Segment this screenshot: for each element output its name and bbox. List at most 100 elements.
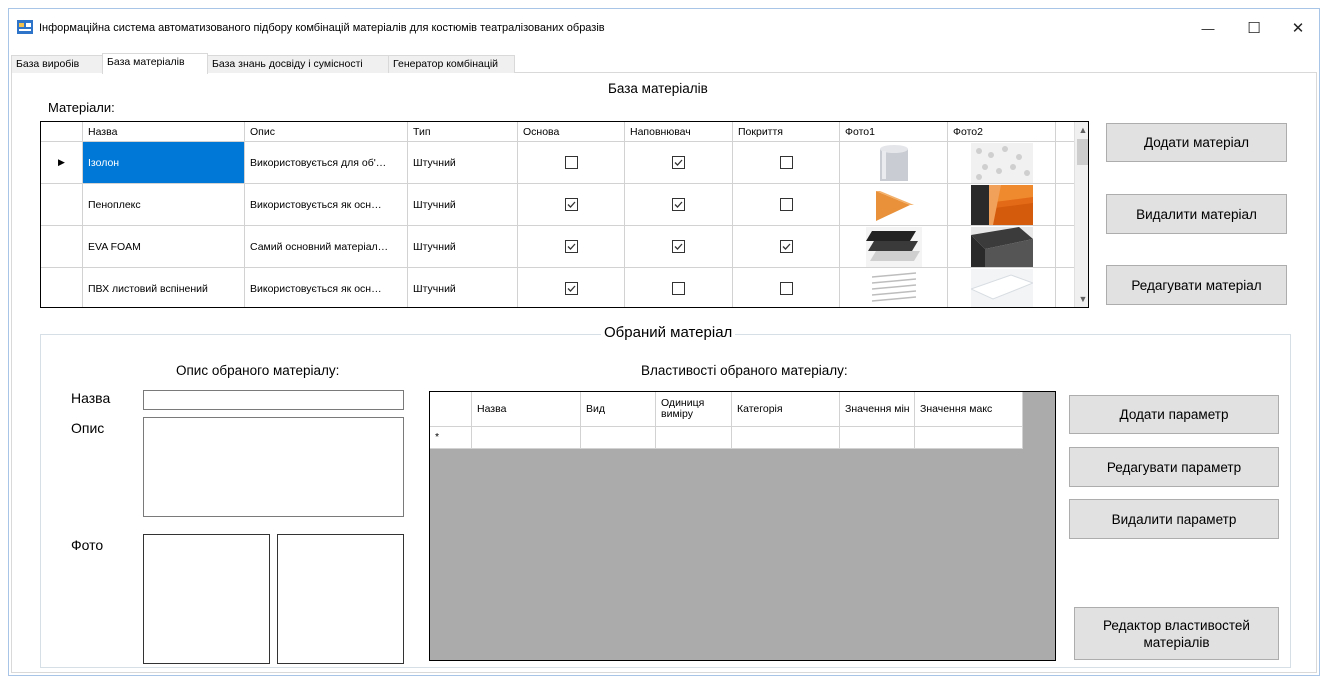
photo2-cell[interactable] [948, 268, 1056, 307]
col-header-param-name[interactable]: Назва [472, 392, 581, 426]
row-selector[interactable] [41, 184, 83, 225]
napovniuvach-checkbox[interactable] [672, 198, 685, 211]
photo1-cell[interactable] [840, 142, 948, 183]
napovniuvach-checkbox[interactable] [672, 282, 685, 295]
napovniuvach-checkbox[interactable] [672, 240, 685, 253]
material-row[interactable]: Пеноплекс Використовується як осн… Штучн… [41, 184, 1074, 226]
materials-label: Матеріали: [48, 100, 115, 115]
material-description-cell[interactable]: Використовується як осн… [245, 268, 408, 307]
col-header-pokryttia[interactable]: Покриття [733, 122, 840, 141]
edit-parameter-button[interactable]: Редагувати параметр [1069, 447, 1279, 487]
selected-material-group: Обраний матеріал Опис обраного матеріалу… [40, 324, 1291, 668]
tab-materials[interactable]: База матеріалів [102, 53, 208, 74]
material-name-cell[interactable]: EVA FOAM [83, 226, 245, 267]
photo2-cell[interactable] [948, 184, 1056, 225]
pokryttia-checkbox[interactable] [779, 198, 793, 211]
row-header-corner [41, 122, 83, 141]
osnova-checkbox[interactable] [564, 240, 578, 253]
osnova-checkbox[interactable] [564, 282, 578, 295]
name-field[interactable] [143, 390, 404, 410]
col-header-description[interactable]: Опис [245, 122, 408, 141]
scroll-thumb[interactable] [1077, 139, 1088, 165]
row-selector-indicator: ▶ [41, 142, 83, 183]
material-name-cell[interactable]: Ізолон [83, 142, 245, 183]
material-description-cell[interactable]: Самий основний матеріал… [245, 226, 408, 267]
material-type-cell[interactable]: Штучний [408, 142, 518, 183]
material-row[interactable]: ▶ Ізолон Використовується для об'… Штучн… [41, 142, 1074, 184]
material-name-cell[interactable]: Пеноплекс [83, 184, 245, 225]
delete-parameter-button[interactable]: Видалити параметр [1069, 499, 1279, 539]
row-selector[interactable] [41, 226, 83, 267]
material-row[interactable]: EVA FOAM Самий основний матеріал… Штучни… [41, 226, 1074, 268]
tab-knowledge-base[interactable]: База знань досвіду і сумісності [207, 55, 389, 73]
col-header-param-category[interactable]: Категорія [732, 392, 840, 426]
col-header-param-kind[interactable]: Вид [581, 392, 656, 426]
material-name-cell[interactable]: ПВХ листовий вспінений [83, 268, 245, 307]
col-header-napovniuvach[interactable]: Наповнювач [625, 122, 733, 141]
tab-strip: База виробів База матеріалів База знань … [11, 53, 1317, 74]
material-description-cell[interactable]: Використовується для об'… [245, 142, 408, 183]
materials-grid-scrollbar[interactable]: ▲ ▼ [1074, 122, 1088, 307]
material-type-cell[interactable]: Штучний [408, 226, 518, 267]
pokryttia-checkbox[interactable] [779, 156, 793, 169]
col-header-osnova[interactable]: Основа [518, 122, 625, 141]
edit-material-button[interactable]: Редагувати матеріал [1106, 265, 1287, 305]
orange-stack-photo [970, 184, 1033, 225]
material-type-cell[interactable]: Штучний [408, 184, 518, 225]
photo2-cell[interactable] [948, 142, 1056, 183]
properties-grid[interactable]: Назва Вид Одиниця виміру Категорія Значе… [429, 391, 1056, 661]
add-parameter-button[interactable]: Додати параметр [1069, 395, 1279, 434]
maximize-button[interactable]: ☐ [1231, 15, 1277, 41]
tab-products[interactable]: База виробів [11, 55, 103, 73]
photo1-cell[interactable] [840, 184, 948, 225]
photo1-box[interactable] [143, 534, 270, 664]
osnova-cell [518, 184, 625, 225]
properties-editor-button[interactable]: Редактор властивостей матеріалів [1074, 607, 1279, 660]
new-param-min-cell[interactable] [840, 427, 915, 448]
properties-grid-header: Назва Вид Одиниця виміру Категорія Значе… [430, 392, 1023, 427]
photo2-box[interactable] [277, 534, 404, 664]
photo1-cell[interactable] [840, 226, 948, 267]
title-bar[interactable]: Інформаційна система автоматизованого пі… [9, 9, 1319, 46]
col-header-type[interactable]: Тип [408, 122, 518, 141]
col-header-photo2[interactable]: Фото2 [948, 122, 1056, 141]
add-material-button[interactable]: Додати матеріал [1106, 123, 1287, 162]
new-param-max-cell[interactable] [915, 427, 1023, 448]
new-param-kind-cell[interactable] [581, 427, 656, 448]
osnova-checkbox[interactable] [564, 198, 578, 211]
osnova-checkbox[interactable] [564, 156, 578, 169]
properties-heading: Властивості обраного матеріалу: [641, 363, 848, 378]
scroll-down-icon[interactable]: ▼ [1075, 291, 1088, 307]
col-header-param-min[interactable]: Значення мін [840, 392, 915, 426]
new-property-row[interactable]: * [430, 427, 1023, 449]
material-row[interactable]: ПВХ листовий вспінений Використовується … [41, 268, 1074, 307]
tab-combination-generator[interactable]: Генератор комбінацій [388, 55, 515, 73]
app-icon [17, 20, 33, 34]
close-button[interactable]: ✕ [1275, 15, 1321, 41]
row-selector[interactable] [41, 268, 83, 307]
scroll-up-icon[interactable]: ▲ [1075, 122, 1088, 138]
materials-grid[interactable]: Назва Опис Тип Основа Наповнювач Покритт… [40, 121, 1089, 308]
new-param-unit-cell[interactable] [656, 427, 732, 448]
selected-material-title: Обраний матеріал [601, 324, 736, 341]
close-icon: ✕ [1291, 20, 1305, 37]
pokryttia-checkbox[interactable] [779, 282, 793, 295]
col-header-param-unit[interactable]: Одиниця виміру [656, 392, 732, 426]
pokryttia-checkbox[interactable] [779, 240, 793, 253]
napovniuvach-checkbox[interactable] [672, 156, 685, 169]
material-type-cell[interactable]: Штучний [408, 268, 518, 307]
new-param-name-cell[interactable] [472, 427, 581, 448]
grid-header: Назва Опис Тип Основа Наповнювач Покритт… [41, 122, 1074, 142]
description-label: Опис [71, 420, 105, 436]
new-param-category-cell[interactable] [732, 427, 840, 448]
description-field[interactable] [143, 417, 404, 517]
material-description-cell[interactable]: Використовується як осн… [245, 184, 408, 225]
col-header-photo1[interactable]: Фото1 [840, 122, 948, 141]
photo2-cell[interactable] [948, 226, 1056, 267]
pokryttia-cell [733, 268, 840, 307]
delete-material-button[interactable]: Видалити матеріал [1106, 194, 1287, 234]
col-header-param-max[interactable]: Значення макс [915, 392, 1023, 426]
col-header-name[interactable]: Назва [83, 122, 245, 141]
minimize-button[interactable]: — [1185, 15, 1231, 41]
photo1-cell[interactable] [840, 268, 948, 307]
